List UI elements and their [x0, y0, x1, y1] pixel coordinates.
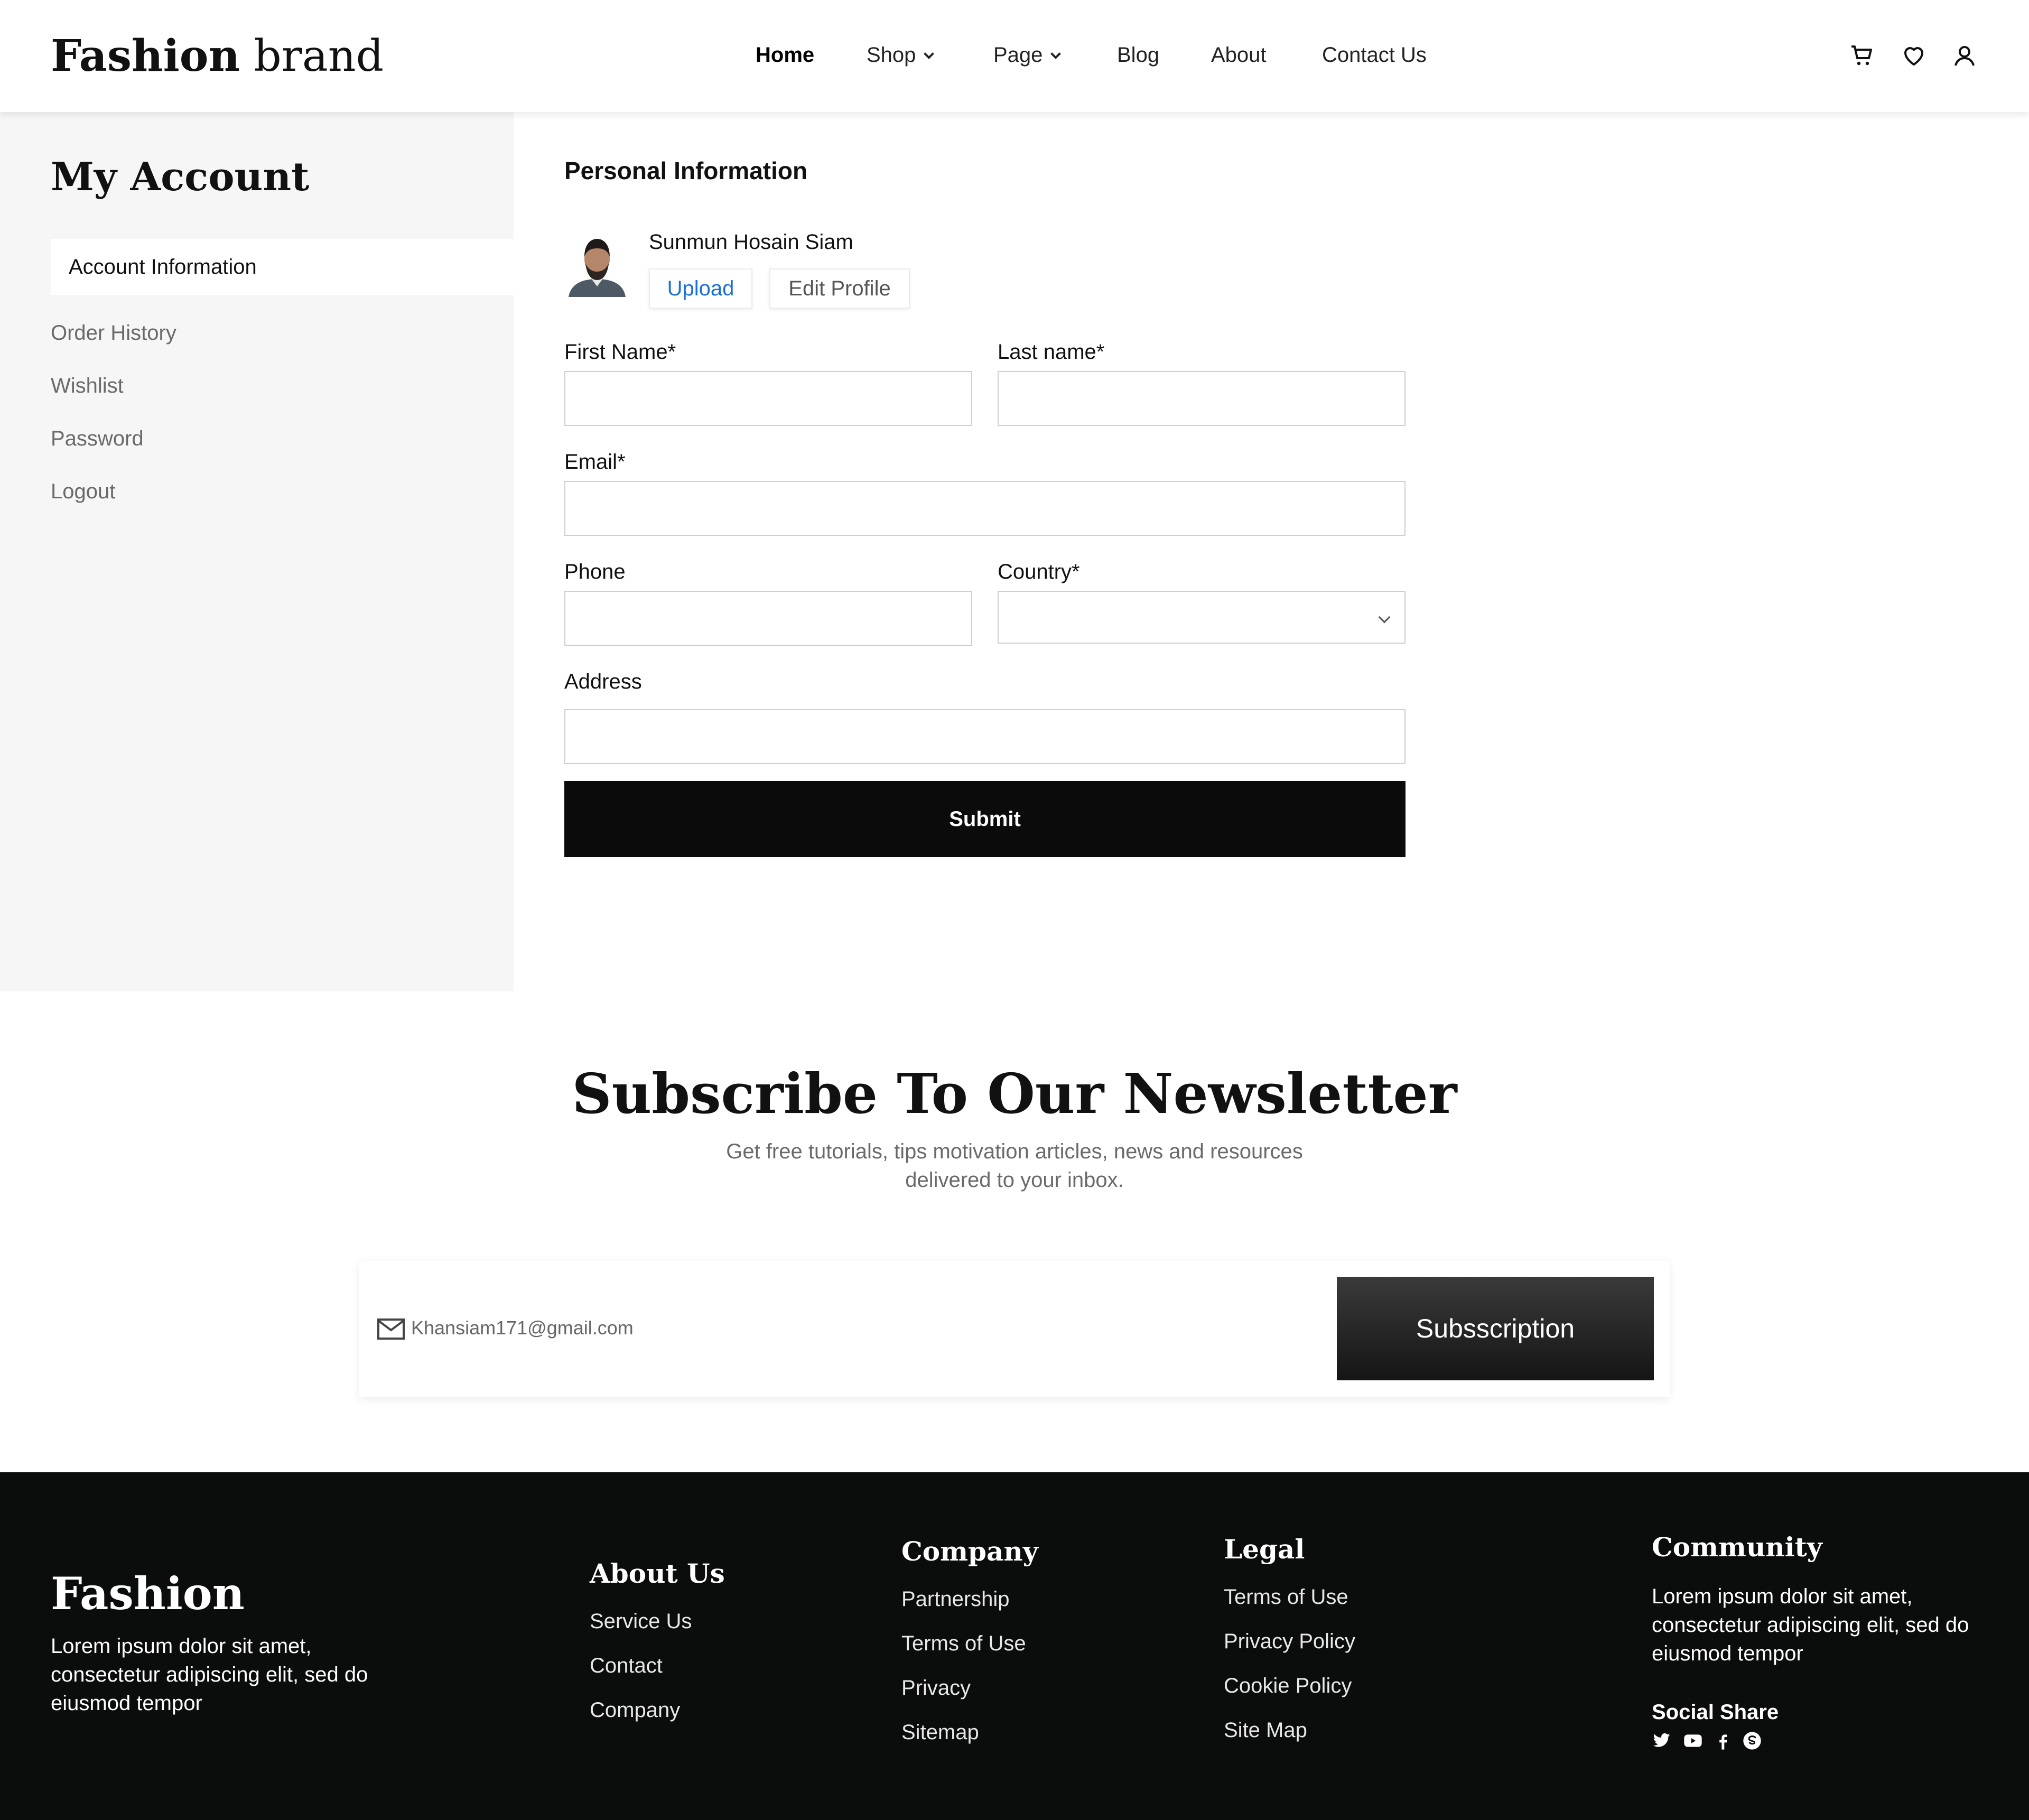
footer-about-line: consectetur adipiscing elit, sed do: [51, 1663, 368, 1686]
footer-link-company[interactable]: Company: [590, 1698, 680, 1722]
brand-logo-light: brand: [254, 31, 384, 81]
page-title: My Account: [51, 154, 310, 200]
twitter-icon[interactable]: [1651, 1730, 1672, 1751]
footer-link-terms-of-use[interactable]: Terms of Use: [901, 1632, 1026, 1656]
chevron-down-icon: [1050, 49, 1062, 59]
edit-profile-button[interactable]: Edit Profile: [769, 268, 910, 309]
footer-link-contact[interactable]: Contact: [590, 1654, 663, 1678]
nav-page-label: Page: [993, 43, 1043, 67]
footer-community-text: Lorem ipsum dolor sit amet, consectetur …: [1652, 1582, 1969, 1668]
last-name-field[interactable]: [998, 371, 1406, 426]
newsletter-subtitle-line2: delivered to your inbox.: [905, 1168, 1124, 1192]
footer-community-heading: Community: [1652, 1531, 1822, 1563]
user-icon[interactable]: [1952, 43, 1977, 69]
footer-link-cookie-policy[interactable]: Cookie Policy: [1224, 1674, 1352, 1698]
nav-contact[interactable]: Contact Us: [1322, 43, 1427, 67]
newsletter-subtitle-line1: Get free tutorials, tips motivation arti…: [726, 1140, 1303, 1163]
site-footer: Fashion Lorem ipsum dolor sit amet, cons…: [0, 1472, 2029, 1820]
footer-link-privacy[interactable]: Privacy: [901, 1676, 971, 1700]
nav-blog[interactable]: Blog: [1117, 43, 1159, 67]
sidebar-item-wishlist[interactable]: Wishlist: [51, 374, 124, 398]
footer-company-heading: Company: [901, 1536, 1038, 1567]
upload-button[interactable]: Upload: [649, 268, 752, 309]
footer-link-sitemap[interactable]: Sitemap: [901, 1721, 979, 1744]
social-share-label: Social Share: [1652, 1701, 1779, 1724]
footer-about-text: Lorem ipsum dolor sit amet, consectetur …: [51, 1632, 368, 1717]
footer-logo: Fashion: [51, 1567, 245, 1620]
nav-home[interactable]: Home: [756, 43, 814, 67]
site-header: Fashion brand Home Shop Page Blog About …: [0, 0, 2029, 112]
nav-shop[interactable]: Shop: [867, 43, 935, 67]
newsletter-subtitle: Get free tutorials, tips motivation arti…: [687, 1137, 1342, 1194]
footer-link-privacy-policy[interactable]: Privacy Policy: [1224, 1630, 1355, 1654]
footer-about-us-heading: About Us: [590, 1558, 725, 1589]
newsletter-title: Subscribe To Our Newsletter: [572, 1061, 1457, 1126]
phone-label: Phone: [564, 560, 626, 583]
first-name-field[interactable]: [564, 371, 972, 426]
footer-about-line: Lorem ipsum dolor sit amet,: [51, 1635, 312, 1658]
cart-icon[interactable]: [1849, 43, 1875, 69]
mail-icon: [377, 1318, 405, 1340]
last-name-label: Last name*: [998, 340, 1105, 364]
sidebar-item-logout[interactable]: Logout: [51, 480, 115, 504]
footer-about-line: eiusmod tempor: [51, 1692, 202, 1715]
newsletter-form: Khansiam171@gmail.com Subsscription: [359, 1261, 1670, 1397]
account-sidebar: My Account Account Information Order His…: [0, 112, 514, 991]
brand-logo-strong: Fashion: [51, 31, 240, 81]
footer-legal-heading: Legal: [1224, 1534, 1305, 1565]
sidebar-item-account-information[interactable]: Account Information: [51, 239, 514, 295]
footer-community-line: Lorem ipsum dolor sit amet,: [1652, 1585, 1913, 1608]
avatar: [569, 239, 626, 297]
footer-link-partnership[interactable]: Partnership: [901, 1587, 1010, 1611]
submit-button[interactable]: Submit: [564, 781, 1406, 857]
facebook-icon[interactable]: [1712, 1730, 1733, 1751]
brand-logo[interactable]: Fashion brand: [51, 31, 384, 81]
nav-about[interactable]: About: [1211, 43, 1267, 67]
user-name: Sunmun Hosain Siam: [649, 230, 853, 254]
subscription-button[interactable]: Subsscription: [1337, 1277, 1654, 1380]
footer-link-site-map[interactable]: Site Map: [1224, 1719, 1307, 1742]
email-field[interactable]: [564, 481, 1406, 536]
address-field[interactable]: [564, 709, 1406, 764]
first-name-label: First Name*: [564, 340, 676, 364]
nav-shop-label: Shop: [867, 43, 916, 67]
footer-community-line: eiusmod tempor: [1652, 1642, 1803, 1665]
country-select[interactable]: [998, 591, 1406, 644]
nav-page[interactable]: Page: [993, 43, 1062, 67]
address-label: Address: [564, 670, 642, 693]
country-label: Country*: [998, 560, 1080, 583]
heart-icon[interactable]: [1901, 43, 1926, 69]
email-label: Email*: [564, 450, 626, 473]
sidebar-item-password[interactable]: Password: [51, 427, 144, 451]
phone-field[interactable]: [564, 591, 972, 646]
footer-link-service-us[interactable]: Service Us: [590, 1610, 692, 1633]
sidebar-item-order-history[interactable]: Order History: [51, 321, 176, 345]
chevron-down-icon: [924, 49, 935, 59]
footer-community-line: consectetur adipiscing elit, sed do: [1652, 1613, 1969, 1637]
section-title: Personal Information: [564, 157, 808, 184]
footer-link-terms-of-use[interactable]: Terms of Use: [1224, 1585, 1348, 1609]
youtube-icon[interactable]: [1682, 1730, 1704, 1751]
newsletter-email-input[interactable]: Khansiam171@gmail.com: [411, 1317, 634, 1339]
skype-icon[interactable]: [1742, 1730, 1763, 1751]
chevron-down-icon: [1378, 611, 1391, 624]
